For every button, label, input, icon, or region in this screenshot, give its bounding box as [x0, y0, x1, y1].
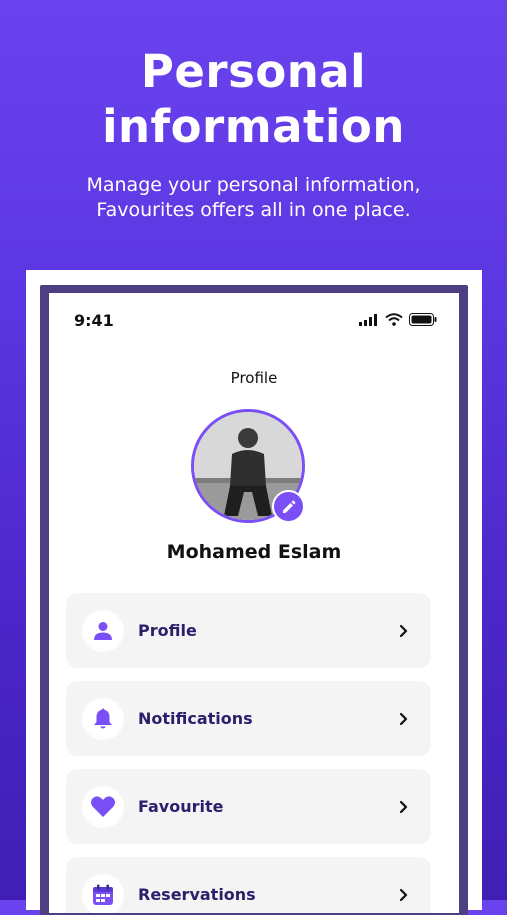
menu-item-label: Favourite: [138, 797, 224, 816]
menu-item-notifications[interactable]: Notifications: [66, 681, 431, 756]
chevron-right-icon: [399, 888, 409, 902]
menu-item-label: Reservations: [138, 885, 256, 904]
hero-subtitle: Manage your personal information, Favour…: [0, 173, 507, 223]
status-icons: [359, 313, 437, 326]
hero-title-line2: information: [102, 100, 405, 153]
hero-title: Personal information: [0, 44, 507, 154]
screen-title: Profile: [230, 369, 278, 387]
menu-item-label: Profile: [138, 621, 197, 640]
menu-item-favourite[interactable]: Favourite: [66, 769, 431, 844]
heart-icon: [91, 795, 115, 817]
calendar-icon: [93, 884, 113, 905]
chevron-right-icon: [399, 712, 409, 726]
chevron-right-icon: [399, 624, 409, 638]
chevron-right-icon: [399, 800, 409, 814]
phone-screen: 9:41 Profile Mohamed Eslam Profile Notif…: [49, 293, 459, 913]
hero-subtitle-line2: Favourites offers all in one place.: [96, 199, 411, 221]
wifi-icon: [385, 313, 403, 326]
menu-item-profile[interactable]: Profile: [66, 593, 431, 668]
edit-avatar-button[interactable]: [272, 490, 305, 523]
signal-icon: [359, 313, 377, 326]
status-time: 9:41: [74, 311, 114, 330]
profile-menu: Profile Notifications Favourite Reservat…: [66, 593, 431, 913]
pencil-icon: [282, 500, 295, 513]
menu-item-reservations[interactable]: Reservations: [66, 857, 431, 913]
hero-title-line1: Personal: [140, 45, 367, 98]
bell-icon: [94, 708, 112, 728]
user-name: Mohamed Eslam: [166, 541, 342, 563]
menu-item-label: Notifications: [138, 709, 253, 728]
battery-icon: [409, 313, 437, 326]
person-icon: [94, 621, 112, 640]
hero-subtitle-line1: Manage your personal information,: [86, 174, 421, 196]
